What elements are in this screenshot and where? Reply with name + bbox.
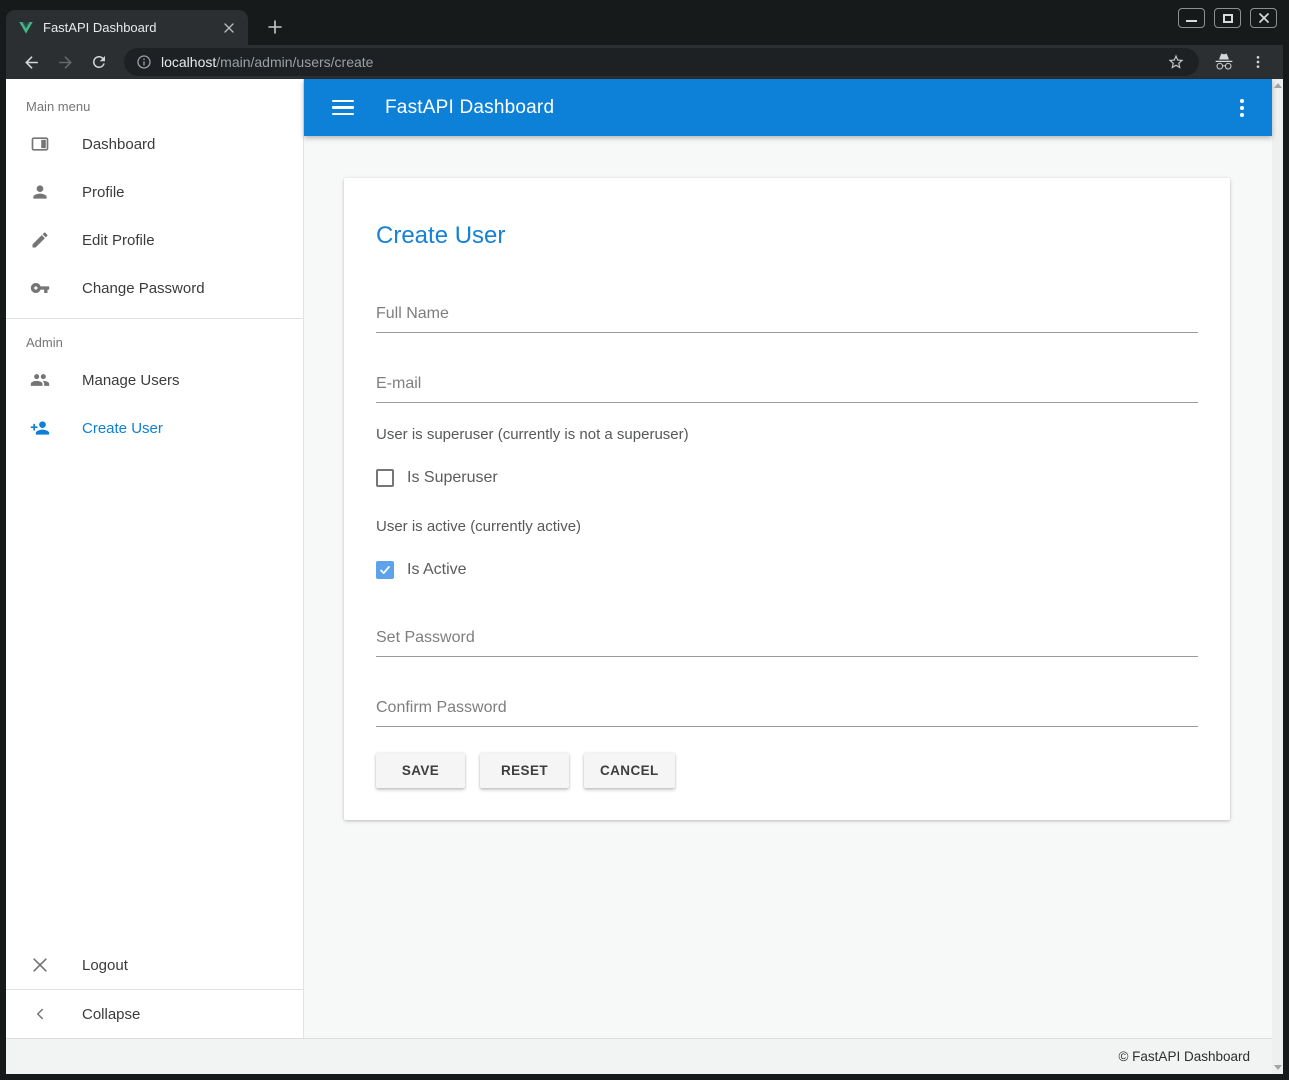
active-checkbox[interactable] xyxy=(376,561,394,579)
window-controls xyxy=(1178,8,1277,28)
app-page: Main menu Dashboard Profile xyxy=(6,79,1272,1074)
full-name-field-wrap xyxy=(376,305,1198,333)
sidebar: Main menu Dashboard Profile xyxy=(6,79,304,1038)
sidebar-item-label: Logout xyxy=(82,957,128,974)
window-minimize-button[interactable] xyxy=(1178,8,1205,28)
sidebar-item-change-password[interactable]: Change Password xyxy=(6,264,303,312)
sidebar-item-manage-users[interactable]: Manage Users xyxy=(6,356,303,404)
sidebar-section-main-menu: Main menu xyxy=(6,79,303,120)
scrollbar-up-arrow-icon[interactable] xyxy=(1274,83,1282,88)
active-note: User is active (currently active) xyxy=(376,518,1198,535)
forward-button[interactable] xyxy=(52,49,78,75)
back-button[interactable] xyxy=(18,49,44,75)
url-path: /main/admin/users/create xyxy=(216,54,373,70)
sidebar-section-admin: Admin xyxy=(6,319,303,356)
window-maximize-button[interactable] xyxy=(1214,8,1241,28)
app-menu-kebab-icon[interactable] xyxy=(1240,99,1244,117)
superuser-checkbox-label: Is Superuser xyxy=(407,469,498,487)
hamburger-menu-icon[interactable] xyxy=(332,100,354,116)
tab-close-icon[interactable] xyxy=(220,19,238,37)
set-password-field-wrap xyxy=(376,629,1198,657)
url-host: localhost xyxy=(161,54,216,70)
sidebar-item-label: Collapse xyxy=(82,1006,140,1023)
full-name-input[interactable] xyxy=(376,305,1198,333)
group-icon xyxy=(30,370,50,390)
confirm-password-input[interactable] xyxy=(376,699,1198,727)
scrollbar-down-arrow-icon[interactable] xyxy=(1274,1065,1282,1070)
form-actions: SAVE RESET CANCEL xyxy=(376,753,1198,788)
main-content: Create User User is superuser (currently… xyxy=(304,136,1272,1038)
superuser-checkbox[interactable] xyxy=(376,469,394,487)
pencil-icon xyxy=(30,230,50,250)
app-header: FastAPI Dashboard xyxy=(304,79,1272,136)
active-checkbox-label: Is Active xyxy=(407,561,467,579)
superuser-note: User is superuser (currently is not a su… xyxy=(376,426,1198,443)
sidebar-item-edit-profile[interactable]: Edit Profile xyxy=(6,216,303,264)
person-add-icon xyxy=(30,418,50,438)
app-title: FastAPI Dashboard xyxy=(385,97,554,119)
sidebar-item-label: Dashboard xyxy=(82,136,155,153)
active-checkbox-row[interactable]: Is Active xyxy=(376,561,1198,579)
person-icon xyxy=(30,182,50,202)
chevron-left-icon xyxy=(30,1004,50,1024)
create-user-card: Create User User is superuser (currently… xyxy=(344,178,1230,820)
sidebar-item-create-user[interactable]: Create User xyxy=(6,404,303,452)
sidebar-item-label: Edit Profile xyxy=(82,232,155,249)
sidebar-item-logout[interactable]: Logout xyxy=(6,941,303,989)
sidebar-item-label: Create User xyxy=(82,420,163,437)
dashboard-icon xyxy=(30,134,50,154)
sidebar-item-collapse[interactable]: Collapse xyxy=(6,990,303,1038)
sidebar-item-profile[interactable]: Profile xyxy=(6,168,303,216)
confirm-password-field-wrap xyxy=(376,699,1198,727)
sidebar-item-dashboard[interactable]: Dashboard xyxy=(6,120,303,168)
page-scrollbar[interactable] xyxy=(1272,79,1283,1074)
email-input[interactable] xyxy=(376,375,1198,403)
page-info-icon[interactable] xyxy=(136,54,152,70)
bookmark-star-icon[interactable] xyxy=(1162,48,1190,76)
close-x-icon xyxy=(30,955,50,975)
tab-title: FastAPI Dashboard xyxy=(43,20,211,35)
browser-menu-kebab-icon[interactable] xyxy=(1244,48,1272,76)
browser-tab[interactable]: FastAPI Dashboard xyxy=(6,10,248,45)
sidebar-item-label: Profile xyxy=(82,184,125,201)
sidebar-item-label: Manage Users xyxy=(82,372,180,389)
browser-toolbar: localhost/main/admin/users/create xyxy=(6,45,1283,79)
url-bar[interactable]: localhost/main/admin/users/create xyxy=(124,48,1199,76)
save-button[interactable]: SAVE xyxy=(376,753,465,788)
reset-button[interactable]: RESET xyxy=(480,753,569,788)
sidebar-item-label: Change Password xyxy=(82,280,205,297)
reload-button[interactable] xyxy=(86,49,112,75)
new-tab-button[interactable] xyxy=(260,12,290,42)
browser-window: FastAPI Dashboard xyxy=(0,0,1289,1080)
tab-strip: FastAPI Dashboard xyxy=(6,0,1283,45)
incognito-icon xyxy=(1210,48,1238,76)
email-field-wrap xyxy=(376,375,1198,403)
cancel-button[interactable]: CANCEL xyxy=(584,753,675,788)
superuser-checkbox-row[interactable]: Is Superuser xyxy=(376,469,1198,487)
vue-logo-icon xyxy=(18,20,34,36)
footer-copyright: © FastAPI Dashboard xyxy=(1118,1049,1250,1064)
page-title: Create User xyxy=(376,222,1198,250)
app-footer: © FastAPI Dashboard xyxy=(6,1038,1272,1074)
set-password-input[interactable] xyxy=(376,629,1198,657)
window-close-button[interactable] xyxy=(1250,8,1277,28)
key-icon xyxy=(30,278,50,298)
